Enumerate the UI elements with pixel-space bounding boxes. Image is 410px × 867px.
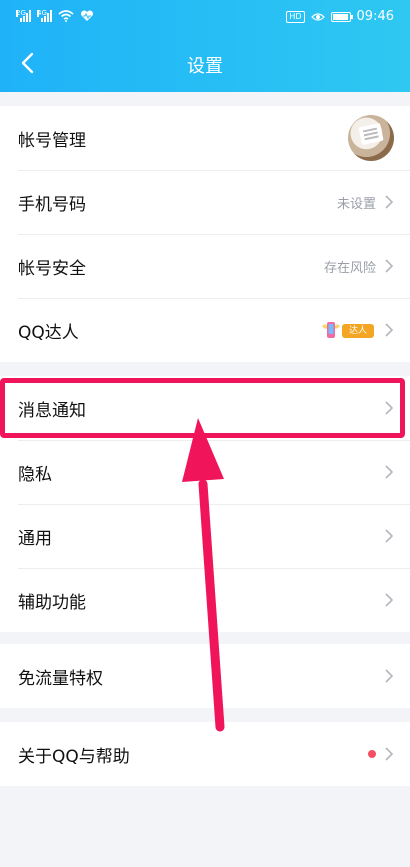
chevron-right-icon (385, 529, 394, 543)
settings-item-label: 免流量特权 (18, 668, 103, 689)
status-bar: 2G 4G HD 09:46 (0, 0, 410, 34)
phone-wings-icon (322, 322, 340, 338)
settings-item-general[interactable]: 通用 (0, 504, 410, 568)
chevron-right-icon (385, 195, 394, 209)
notification-dot (368, 750, 376, 758)
chevron-right-icon (385, 401, 394, 415)
signal-icon-2: 4G (37, 10, 52, 22)
hd-badge: HD (286, 10, 305, 23)
eye-icon (310, 12, 325, 21)
settings-item-privacy[interactable]: 隐私 (0, 440, 410, 504)
signal-icon: 2G (16, 10, 31, 22)
heart-pulse-icon (80, 10, 94, 21)
settings-item-about-help[interactable]: 关于QQ与帮助 (0, 722, 410, 786)
status-left: 2G 4G (16, 10, 94, 22)
status-right: HD 09:46 (286, 9, 394, 24)
sim1-label: 2G (16, 9, 26, 17)
avatar (348, 115, 394, 161)
settings-item-account-management[interactable]: 帐号管理 (0, 106, 410, 170)
settings-item-label: 帐号安全 (18, 258, 86, 279)
chevron-right-icon (385, 669, 394, 683)
settings-item-label: 关于QQ与帮助 (18, 746, 130, 767)
settings-item-label: 隐私 (18, 464, 52, 485)
settings-item-message-notifications[interactable]: 消息通知 (0, 376, 410, 440)
battery-icon (330, 11, 353, 22)
page-title: 设置 (187, 56, 223, 77)
chevron-right-icon (385, 259, 394, 273)
clock: 09:46 (356, 9, 394, 24)
chevron-right-icon (385, 323, 394, 337)
wifi-icon (58, 10, 74, 22)
talent-badge-label: 达人 (342, 324, 374, 338)
settings-group-account: 帐号管理 手机号码 未设置 帐号安全 存在风险 QQ达人 达人 (0, 106, 410, 362)
settings-item-account-security[interactable]: 帐号安全 存在风险 (0, 234, 410, 298)
settings-item-qq-talent[interactable]: QQ达人 达人 (0, 298, 410, 362)
settings-item-label: QQ达人 (18, 322, 79, 343)
settings-item-label: 通用 (18, 528, 52, 549)
settings-item-value: 存在风险 (323, 260, 376, 276)
chevron-right-icon (385, 593, 394, 607)
settings-item-accessibility[interactable]: 辅助功能 (0, 568, 410, 632)
settings-item-label: 消息通知 (18, 400, 86, 421)
settings-item-label: 手机号码 (18, 194, 86, 215)
settings-item-phone-number[interactable]: 手机号码 未设置 (0, 170, 410, 234)
chevron-right-icon (385, 465, 394, 479)
header-bar: 2G 4G HD 09:46 设置 (0, 0, 410, 92)
sim2-label: 4G (37, 9, 47, 17)
settings-group-about: 关于QQ与帮助 (0, 722, 410, 786)
settings-item-data-free[interactable]: 免流量特权 (0, 644, 410, 708)
chevron-right-icon (385, 747, 394, 761)
settings-item-label: 辅助功能 (18, 592, 86, 613)
settings-group-general: 消息通知 隐私 通用 辅助功能 (0, 376, 410, 632)
settings-item-value: 未设置 (336, 196, 376, 212)
talent-badge: 达人 (320, 316, 376, 344)
settings-group-data: 免流量特权 (0, 644, 410, 708)
settings-item-label: 帐号管理 (18, 130, 86, 151)
